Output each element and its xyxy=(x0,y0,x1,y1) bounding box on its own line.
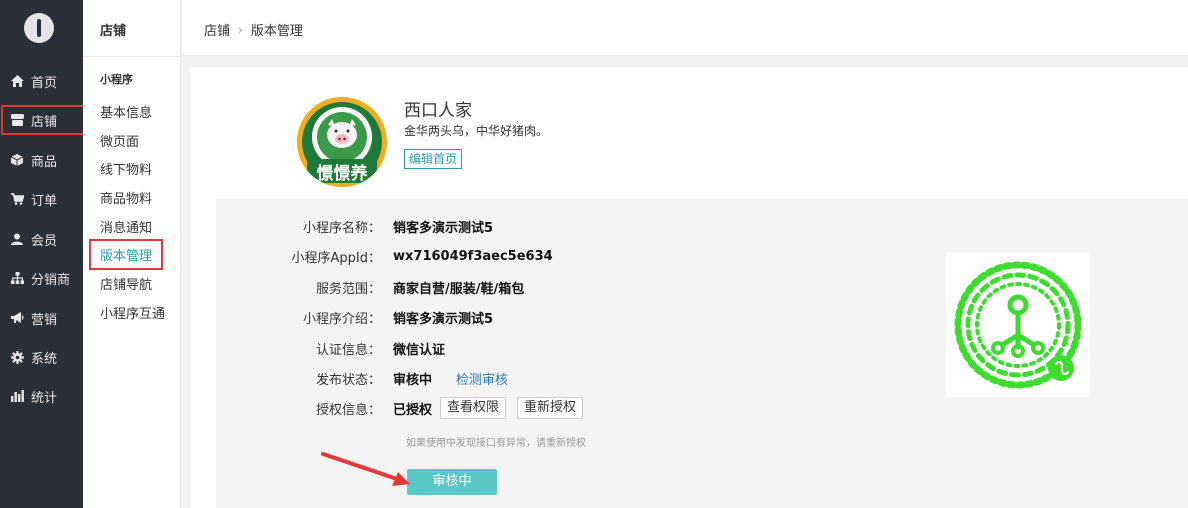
subnav-item-store-navigation[interactable]: 店铺导航 xyxy=(100,274,152,293)
home-icon xyxy=(10,74,24,88)
nav-item-label: 会员 xyxy=(31,233,58,249)
publish-status: 审核中 xyxy=(393,372,433,388)
nav-item-label: 营销 xyxy=(31,312,58,328)
mini-program-appid: wx716049f3aec5e634 xyxy=(393,248,553,264)
check-review-link[interactable]: 检测审核 xyxy=(456,369,508,388)
field-label: 小程序名称： xyxy=(302,220,381,236)
shop-name: 西口人家 xyxy=(404,101,472,121)
info-row-intro: 小程序介绍： 销客多演示测试5 xyxy=(216,307,493,327)
authorization-status: 已授权 xyxy=(393,402,433,418)
annotation-arrow-icon xyxy=(321,452,410,486)
mini-program-name: 销客多演示测试5 xyxy=(393,220,494,236)
nav-item-label: 订单 xyxy=(31,193,58,209)
sitemap-icon xyxy=(10,271,24,285)
field-label: 服务范围： xyxy=(315,281,381,297)
bar-chart-icon xyxy=(10,389,24,403)
mini-program-intro: 销客多演示测试5 xyxy=(393,311,494,327)
megaphone-icon xyxy=(10,311,24,325)
gear-icon xyxy=(10,350,24,364)
field-label: 小程序AppId： xyxy=(291,250,381,266)
service-scope: 商家自营/服装/鞋/箱包 xyxy=(393,281,525,297)
main-nav: 首页 店铺 商品 订单 会员 分销商 营销 系统 统计 xyxy=(0,0,83,508)
reauthorize-button[interactable]: 重新授权 xyxy=(517,397,584,419)
subnav-item-message-notice[interactable]: 消息通知 xyxy=(100,217,152,236)
mini-program-qr-code xyxy=(946,253,1090,397)
cart-icon xyxy=(10,192,24,206)
breadcrumb-root[interactable]: 店铺 xyxy=(204,20,230,39)
info-row-scope: 服务范围： 商家自营/服装/鞋/箱包 xyxy=(216,277,524,297)
nav-highlight-box xyxy=(1,105,85,135)
field-label: 小程序介绍： xyxy=(302,311,381,327)
nav-item-label: 系统 xyxy=(31,351,58,367)
under-review-button[interactable]: 审核中 xyxy=(407,469,497,495)
field-label: 发布状态： xyxy=(315,372,381,388)
view-permissions-button[interactable]: 查看权限 xyxy=(440,397,507,419)
logo-text: 憬憬养 xyxy=(317,163,369,184)
nav-item-marketing[interactable]: 营销 xyxy=(0,302,83,334)
subnav-item-basic-info[interactable]: 基本信息 xyxy=(100,102,152,121)
nav-item-members[interactable]: 会员 xyxy=(0,223,83,255)
subnav-highlight-box xyxy=(89,239,163,270)
nav-item-label: 分销商 xyxy=(31,272,71,288)
subnav-item-product-materials[interactable]: 商品物料 xyxy=(100,188,152,207)
info-row-certification: 认证信息： 微信认证 xyxy=(216,338,445,358)
reauth-hint: 如果使用中发现接口有异常，请重新授权 xyxy=(406,438,586,449)
nav-item-label: 首页 xyxy=(31,75,58,91)
secondary-nav-title: 店铺 xyxy=(100,24,127,39)
subnav-item-mini-program-interop[interactable]: 小程序互通 xyxy=(100,303,165,322)
subnav-item-offline-materials[interactable]: 线下物料 xyxy=(100,159,152,178)
app-logo-icon[interactable] xyxy=(24,13,54,43)
breadcrumb: 店铺 › 版本管理 xyxy=(204,20,303,40)
nav-item-orders[interactable]: 订单 xyxy=(0,183,83,215)
shop-logo: 憬憬养 xyxy=(297,97,387,187)
box-icon xyxy=(10,153,24,167)
field-label: 授权信息： xyxy=(315,402,381,418)
shop-description: 金华两头乌，中华好猪肉。 xyxy=(404,124,549,138)
nav-item-home[interactable]: 首页 xyxy=(0,65,83,97)
info-row-publish-status: 发布状态： 审核中 检测审核 xyxy=(216,368,508,388)
nav-item-stats[interactable]: 统计 xyxy=(0,380,83,412)
info-row-name: 小程序名称： 销客多演示测试5 xyxy=(216,216,493,236)
version-card: 憬憬养 西口人家 金华两头乌，中华好猪肉。 编辑首页 小程序名称： 销客多演示测… xyxy=(190,67,1188,508)
nav-item-label: 统计 xyxy=(31,390,58,406)
certification-status: 微信认证 xyxy=(393,342,446,358)
top-header: 店铺 › 版本管理 xyxy=(182,0,1188,56)
info-row-authorization: 授权信息： 已授权 查看权限 重新授权 xyxy=(216,397,584,419)
nav-item-products[interactable]: 商品 xyxy=(0,144,83,176)
nav-item-distributors[interactable]: 分销商 xyxy=(0,262,83,294)
divider xyxy=(83,56,181,57)
info-row-appid: 小程序AppId： wx716049f3aec5e634 xyxy=(216,246,553,266)
user-icon xyxy=(10,232,24,246)
nav-item-system[interactable]: 系统 xyxy=(0,341,83,373)
chevron-right-icon: › xyxy=(238,22,243,37)
breadcrumb-current: 版本管理 xyxy=(250,24,303,39)
edit-homepage-button[interactable]: 编辑首页 xyxy=(404,149,463,169)
secondary-nav-group: 小程序 xyxy=(100,73,133,86)
field-label: 认证信息： xyxy=(315,342,381,358)
subnav-item-micro-page[interactable]: 微页面 xyxy=(100,131,139,150)
nav-item-label: 商品 xyxy=(31,154,58,170)
